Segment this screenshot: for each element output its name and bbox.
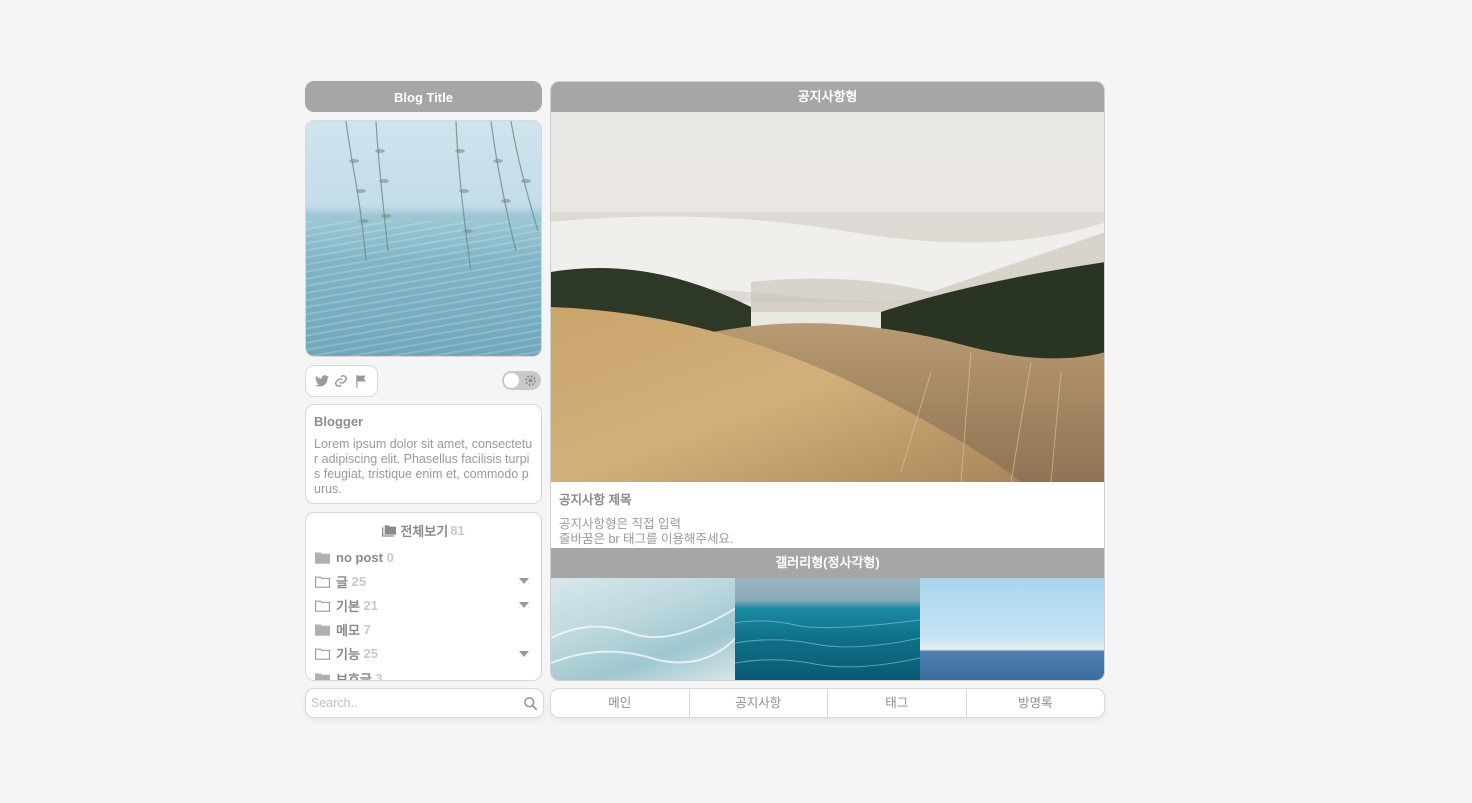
toggle-knob [504, 373, 519, 388]
category-list: 전체보기 81 no post 0 글 25 기본 21 메모 7 기능 25 … [305, 512, 542, 681]
gear-icon [525, 375, 536, 386]
category-label: 보호글 [336, 671, 372, 681]
search-box [305, 688, 544, 718]
chevron-down-icon[interactable] [519, 578, 529, 585]
category-label: 기본 [336, 598, 360, 614]
gallery-image[interactable] [735, 578, 920, 680]
category-label: 기능 [336, 647, 360, 663]
category-item[interactable]: no post 0 [315, 545, 532, 569]
category-label: no post [336, 549, 383, 565]
search-input[interactable] [306, 689, 506, 717]
category-count: 7 [363, 622, 371, 638]
category-all-label: 전체보기 [400, 523, 449, 539]
category-all-count: 81 [450, 522, 465, 538]
social-links [305, 365, 378, 397]
category-item[interactable]: 보호글 3 [315, 666, 532, 681]
gallery-grid [551, 578, 1104, 680]
theme-toggle[interactable] [502, 371, 541, 390]
nav-main[interactable]: 메인 [551, 689, 690, 717]
profile-image [305, 120, 542, 357]
notice-line: 공지사항형은 직접 입력 [559, 517, 681, 531]
search-icon[interactable] [523, 696, 538, 711]
category-label: 메모 [336, 623, 360, 639]
blogger-name: Blogger [314, 414, 364, 429]
notice-title: 공지사항 제목 [559, 493, 632, 507]
notice-content[interactable]: 공지사항 제목 공지사항형은 직접 입력 줄바꿈은 br 태그를 이용해주세요. [551, 482, 1104, 548]
folder-outline-icon [315, 600, 330, 612]
gallery-image[interactable] [551, 578, 736, 680]
category-count: 25 [363, 646, 379, 662]
gallery-header: 갤러리형(정사각형) [551, 548, 1104, 578]
blog-title-panel: Blog Title [305, 81, 542, 112]
category-item[interactable]: 글 25 [315, 569, 532, 593]
chevron-down-icon[interactable] [519, 650, 529, 657]
category-item[interactable]: 기본 21 [315, 593, 532, 617]
main-panel: 공지사항형 공지사항 제목 공지사항형은 직접 입력 줄바꿈은 br 태그를 이… [550, 81, 1105, 681]
flag-icon[interactable] [353, 373, 369, 389]
chevron-down-icon[interactable] [519, 602, 529, 609]
category-count: 3 [375, 670, 383, 681]
twitter-icon[interactable] [314, 373, 330, 389]
notice-image[interactable] [551, 112, 1104, 482]
link-icon[interactable] [333, 373, 349, 389]
willow-branches [345, 121, 539, 272]
category-item[interactable]: 기능 25 [315, 642, 532, 666]
blogger-info: Blogger Lorem ipsum dolor sit amet, cons… [305, 404, 542, 504]
folder-outline-icon [315, 648, 330, 661]
category-count: 25 [351, 573, 367, 589]
folder-outline-icon [315, 576, 330, 588]
gallery-image[interactable] [919, 578, 1104, 680]
nav-notice[interactable]: 공지사항 [690, 689, 828, 717]
blog-title[interactable]: Blog Title [306, 82, 541, 111]
nav-tag[interactable]: 태그 [828, 689, 967, 717]
folder-filled-icon [315, 673, 330, 680]
nav-guestbook[interactable]: 방명록 [967, 689, 1105, 717]
category-item[interactable]: 메모 7 [315, 618, 532, 642]
folder-filled-icon [315, 552, 330, 564]
category-count: 21 [363, 597, 379, 613]
notice-header: 공지사항형 [551, 82, 1104, 112]
folders-icon [382, 525, 397, 537]
blogger-description: Lorem ipsum dolor sit amet, consectetur … [314, 437, 533, 496]
bottom-nav: 메인 공지사항 태그 방명록 [550, 688, 1105, 718]
notice-line: 줄바꿈은 br 태그를 이용해주세요. [559, 532, 734, 546]
folder-filled-icon [315, 624, 330, 636]
category-all[interactable]: 전체보기 81 [315, 521, 532, 539]
category-count: 0 [386, 549, 394, 565]
category-label: 글 [336, 574, 348, 590]
